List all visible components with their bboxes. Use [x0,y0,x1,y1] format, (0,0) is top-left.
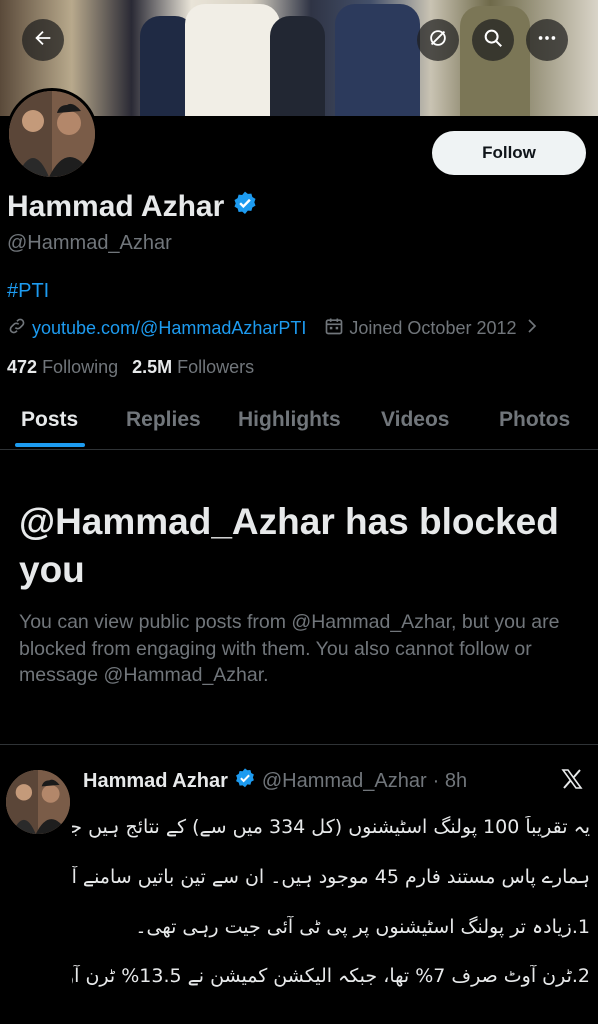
tab-highlights[interactable]: Highlights [238,408,341,432]
profile-name: Hammad Azhar [7,190,225,223]
followers-count: 2.5M [132,357,173,377]
calendar-icon [324,316,344,341]
blocked-title: @Hammad_Azhar has blocked you [19,501,559,590]
x-logo-icon [560,767,584,791]
chevron-right-icon[interactable] [525,317,539,340]
search-button[interactable] [472,19,514,61]
banner-figure [335,4,420,116]
following-stat[interactable]: 472 Following [7,357,118,378]
post-text-line: ہمارے پاس مستند فارم 45 موجود ہیں۔ ان سے… [72,866,590,888]
profile-counts: 472 Following 2.5M Followers [7,357,254,378]
search-icon [482,27,504,54]
post-text-line: 2.ٹرن آوٹ صرف 7% تھا، جبکہ الیکشن کمیشن … [72,965,590,987]
verified-badge-icon [232,190,258,224]
post-time[interactable]: · 8h [433,770,467,793]
post-header: Hammad Azhar @Hammad_Azhar · 8h [83,767,467,795]
profile-handle: @Hammad_Azhar [7,232,172,254]
following-count: 472 [7,357,38,377]
post-author-handle[interactable]: @Hammad_Azhar [262,770,427,793]
link-icon [7,316,27,341]
active-tab-indicator [15,443,85,447]
profile-name-row: Hammad Azhar [7,190,258,224]
verified-badge-icon [234,767,256,795]
profile-banner[interactable] [0,0,598,116]
refresh-button[interactable] [417,19,459,61]
refresh-icon [427,27,449,54]
profile-avatar[interactable] [6,88,98,180]
followers-stat[interactable]: 2.5M Followers [132,357,254,378]
profile-meta: youtube.com/@HammadAzharPTI Joined Octob… [7,316,539,341]
arrow-left-icon [32,27,54,54]
banner-figure [185,4,280,116]
tab-replies[interactable]: Replies [126,408,201,432]
tab-posts[interactable]: Posts [21,408,78,432]
following-label: Following [42,357,119,377]
more-icon [536,27,558,54]
blocked-description: You can view public posts from @Hammad_A… [19,611,560,686]
joined-date: Joined October 2012 [349,318,517,338]
profile-link[interactable]: youtube.com/@HammadAzharPTI [32,318,306,339]
post-text-line: یہ تقریباً 100 پولنگ اسٹیشنوں (کل 334 می… [72,816,590,838]
divider [0,744,598,745]
post-avatar[interactable] [6,770,70,834]
back-button[interactable] [22,19,64,61]
banner-figure [270,16,325,116]
post-author-name[interactable]: Hammad Azhar [83,770,228,793]
profile-tabs: Posts Replies Highlights Videos Photos [0,396,598,450]
followers-label: Followers [177,357,255,377]
more-button[interactable] [526,19,568,61]
tab-photos[interactable]: Photos [499,408,570,432]
follow-button[interactable]: Follow [432,131,586,175]
post-text-line: 1.زیادہ تر پولنگ اسٹیشنوں پر پی ٹی آئی ج… [135,916,590,938]
bio-hashtag[interactable]: #PTI [7,280,49,303]
tab-videos[interactable]: Videos [381,408,449,432]
